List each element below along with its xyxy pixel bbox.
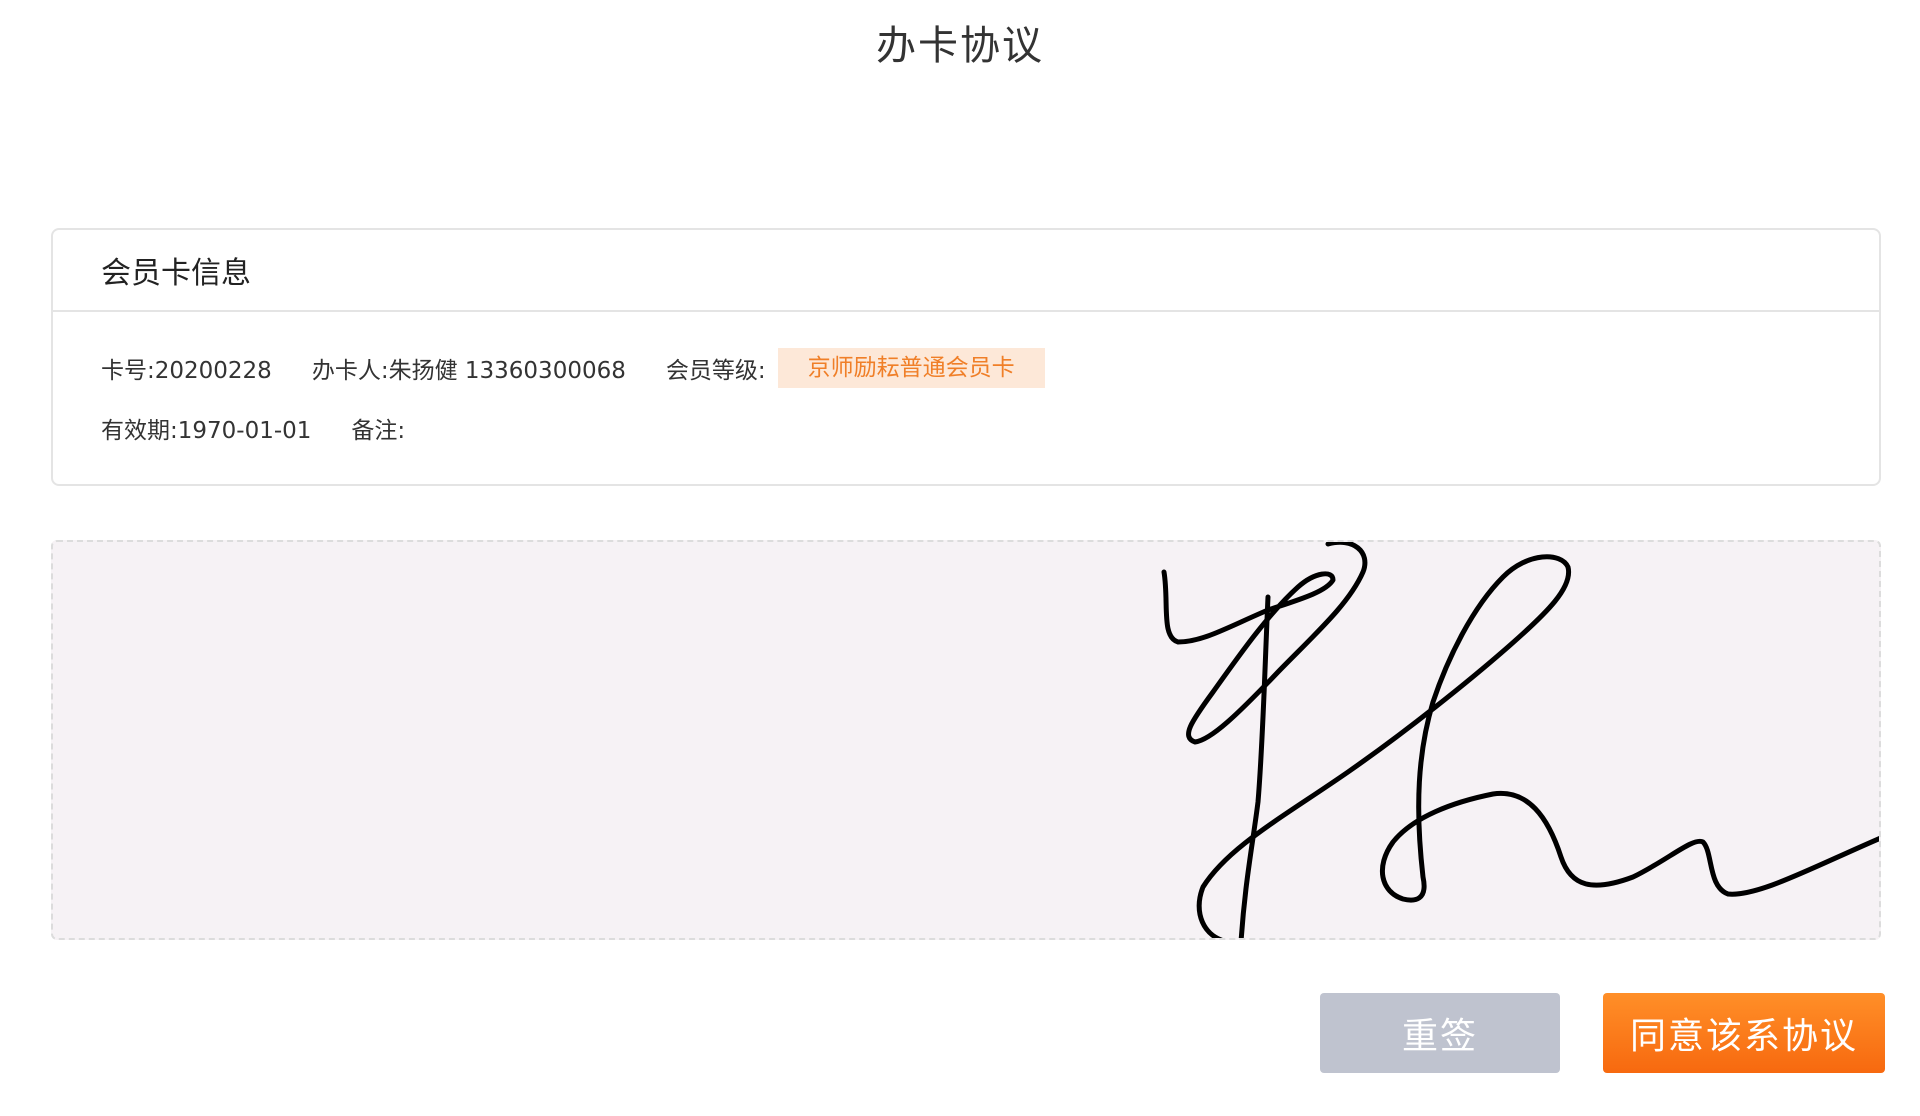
- panel-header: 会员卡信息: [53, 230, 1879, 312]
- signature-drawing: [1161, 542, 1879, 938]
- applicant: 办卡人:朱扬健 13360300068: [311, 358, 626, 384]
- member-level-badge: 京师励耘普通会员卡: [777, 348, 1045, 388]
- member-level: 会员等级: 京师励耘普通会员卡: [666, 348, 1045, 388]
- member-level-label: 会员等级:: [665, 358, 766, 384]
- page-title: 办卡协议: [876, 23, 1044, 69]
- expiry-date: 有效期:1970-01-01: [101, 418, 312, 444]
- card-number: 卡号:20200228: [101, 358, 272, 384]
- panel-title: 会员卡信息: [101, 256, 251, 291]
- card-agreement-page: 办卡协议 会员卡信息 卡号:20200228 办卡人:朱扬健 133603000…: [0, 0, 1920, 1116]
- info-row-secondary: 有效期:1970-01-01 备注:: [101, 408, 1879, 448]
- member-card-info-panel: 会员卡信息 卡号:20200228 办卡人:朱扬健 13360300068 会员…: [51, 228, 1881, 486]
- resign-button[interactable]: 重签: [1320, 993, 1560, 1073]
- agree-button[interactable]: 同意该系协议: [1603, 993, 1885, 1073]
- signature-stroke-3: [1196, 554, 1879, 938]
- info-row-primary: 卡号:20200228 办卡人:朱扬健 13360300068 会员等级: 京师…: [101, 348, 1879, 388]
- signature-pad[interactable]: [51, 540, 1881, 940]
- remark: 备注:: [351, 418, 406, 444]
- panel-body: 卡号:20200228 办卡人:朱扬健 13360300068 会员等级: 京师…: [53, 312, 1879, 448]
